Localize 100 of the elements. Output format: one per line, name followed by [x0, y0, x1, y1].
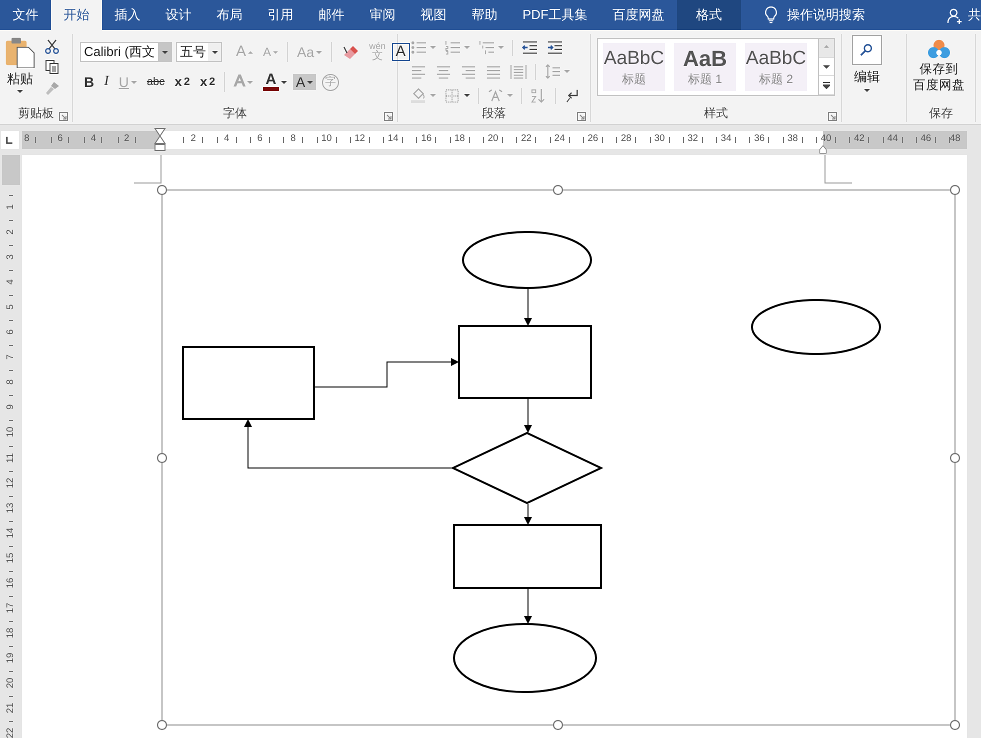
share-button[interactable]: 共 — [941, 0, 981, 30]
process-box[interactable] — [453, 524, 602, 589]
ruler-number: 44 — [887, 133, 898, 145]
style-item[interactable]: AaBbC 标题 — [603, 43, 665, 91]
ribbon-tab[interactable]: 格式 — [677, 0, 741, 30]
launcher-icon — [577, 112, 586, 121]
ellipse-shape[interactable] — [751, 299, 881, 355]
ruler-number: 2 — [5, 228, 17, 237]
person-add-icon — [947, 6, 964, 24]
decision-diamond[interactable] — [450, 432, 604, 504]
ribbon-tab[interactable]: 视图 — [408, 0, 459, 30]
ruler-number: 16 — [5, 576, 17, 590]
save-to-cloud-button[interactable]: 保存到 百度网盘 — [907, 34, 971, 104]
font-name-field[interactable]: Calibri (西文 — [80, 42, 172, 62]
ruler-number: 32 — [688, 133, 698, 145]
style-item[interactable]: AaB 标题 1 — [674, 43, 736, 91]
ruler-number: 1 — [5, 203, 17, 212]
ribbon-tab[interactable]: 插入 — [102, 0, 153, 30]
ribbon-tab[interactable]: 文件 — [0, 0, 51, 30]
crop-mark — [134, 155, 162, 184]
ruler-number: 40 — [820, 133, 832, 145]
ruler-number: 4 — [5, 278, 17, 287]
horizontal-ruler[interactable] — [22, 131, 967, 149]
down-arrow-icon — [823, 64, 830, 68]
crop-mark — [824, 155, 852, 184]
ribbon-tab[interactable]: 百度网盘 — [600, 0, 677, 30]
ruler-number: 48 — [950, 133, 960, 145]
connector-arrow[interactable] — [524, 398, 532, 433]
dropdown-button[interactable] — [208, 43, 221, 61]
ribbon-tab[interactable]: 设计 — [153, 0, 204, 30]
font-color-button[interactable]: A — [258, 72, 291, 92]
copy-icon — [43, 59, 61, 75]
paste-button[interactable]: 粘贴 — [0, 34, 40, 104]
group-label: 保存 — [929, 104, 953, 122]
dialog-launcher[interactable] — [59, 112, 68, 121]
connector-arrow[interactable] — [524, 588, 532, 624]
process-box[interactable] — [458, 325, 592, 399]
dialog-launcher[interactable] — [577, 112, 586, 121]
ruler-number: 21 — [5, 702, 17, 715]
connector-arrow[interactable] — [524, 288, 532, 326]
italic-button[interactable]: I — [100, 73, 113, 91]
caret-icon — [564, 70, 570, 73]
dialog-launcher[interactable] — [384, 112, 393, 121]
ruler-number: 5 — [5, 304, 17, 312]
ribbon-tab[interactable]: PDF工具集 — [510, 0, 600, 30]
resize-handle[interactable] — [156, 184, 168, 196]
tell-me-search[interactable]: 操作说明搜索 — [757, 0, 871, 30]
resize-handle[interactable] — [552, 720, 564, 730]
ruler-number: 20 — [5, 676, 17, 690]
ruler-number: 36 — [754, 133, 765, 145]
up-arrow-icon — [823, 45, 830, 50]
ruler-number: 26 — [588, 133, 598, 145]
ruler-number: 6 — [57, 133, 63, 145]
ribbon-tab[interactable]: 布局 — [204, 0, 255, 30]
hourglass-icon — [154, 128, 166, 151]
right-indent-marker[interactable] — [818, 145, 828, 154]
ruler-number: 2 — [124, 133, 130, 145]
ruler-number: 22 — [521, 133, 532, 145]
clipboard-icon — [4, 36, 36, 68]
caret-icon — [246, 80, 253, 84]
dropdown-button[interactable] — [158, 43, 171, 61]
resize-handle[interactable] — [156, 452, 168, 464]
style-item[interactable]: AaBbC 标题 2 — [745, 43, 807, 91]
indent-marker[interactable] — [154, 128, 166, 151]
dialog-launcher[interactable] — [828, 112, 837, 121]
elbow-connector[interactable] — [244, 419, 452, 468]
ruler-number: 18 — [454, 133, 465, 145]
elbow-connector[interactable] — [314, 358, 459, 388]
ribbon-tab[interactable]: 审阅 — [357, 0, 408, 30]
line-spacing-icon — [544, 64, 561, 79]
resize-handle[interactable] — [950, 184, 960, 196]
ribbon-tab[interactable]: 引用 — [255, 0, 306, 30]
ruler-number: 28 — [620, 133, 632, 145]
ruler-number: 42 — [854, 133, 865, 145]
bold-button[interactable]: B — [80, 73, 98, 91]
align-center-icon — [435, 64, 452, 79]
brush-icon — [43, 80, 61, 96]
resize-handle[interactable] — [950, 452, 960, 464]
show-marks-icon — [564, 88, 581, 103]
ruler-number: 18 — [5, 626, 17, 640]
resize-handle[interactable] — [156, 720, 168, 730]
strike-button[interactable]: abc — [142, 73, 169, 91]
terminator-shape[interactable] — [453, 623, 597, 693]
shading-button[interactable]: A — [292, 74, 316, 90]
char-border-button[interactable]: A — [392, 43, 410, 61]
process-box[interactable] — [182, 346, 315, 420]
tab-stop-selector[interactable] — [1, 131, 19, 149]
ruler-number: 11 — [5, 452, 17, 464]
ribbon-tab[interactable]: 邮件 — [306, 0, 357, 30]
ruler-number: 10 — [321, 133, 332, 145]
font-size-field[interactable]: 五号 — [176, 42, 222, 62]
resize-handle[interactable] — [950, 720, 960, 730]
ruler-number: 8 — [24, 133, 30, 145]
ribbon-tab[interactable]: 开始 — [51, 0, 102, 30]
editing-button[interactable]: 编辑 — [842, 34, 892, 104]
ribbon-tab[interactable]: 帮助 — [459, 0, 510, 30]
terminator-shape[interactable] — [462, 231, 592, 289]
connector-arrow[interactable] — [524, 504, 532, 525]
resize-handle[interactable] — [552, 184, 564, 196]
ruler-number: 30 — [654, 133, 665, 145]
